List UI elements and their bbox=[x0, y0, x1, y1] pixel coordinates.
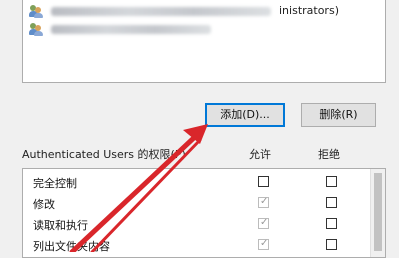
permission-label: 完全控制 bbox=[33, 177, 77, 190]
permissions-table: 完全控制 修改 ✓ 读取和执行 ✓ 列出文件夹内容 ✓ bbox=[22, 168, 386, 258]
permission-label: 修改 bbox=[33, 198, 55, 211]
allow-checkbox[interactable]: ✓ bbox=[258, 217, 269, 229]
deny-checkbox[interactable] bbox=[326, 218, 337, 229]
allow-checkbox[interactable] bbox=[258, 176, 269, 187]
remove-button[interactable]: 删除(R) bbox=[301, 103, 376, 127]
redacted-user-name bbox=[51, 6, 271, 16]
allow-checkbox[interactable]: ✓ bbox=[258, 238, 269, 250]
check-icon: ✓ bbox=[260, 217, 269, 228]
redacted-user-name bbox=[51, 24, 211, 34]
permission-label: 读取和执行 bbox=[33, 219, 88, 232]
user-group-icon bbox=[29, 22, 43, 36]
check-icon: ✓ bbox=[260, 238, 269, 249]
deny-column-header: 拒绝 bbox=[318, 148, 340, 161]
deny-checkbox[interactable] bbox=[326, 197, 337, 208]
permissions-label: Authenticated Users 的权限(P) bbox=[22, 148, 186, 161]
permission-row: 列出文件夹内容 ✓ bbox=[23, 235, 385, 257]
permission-row: 读取和执行 ✓ bbox=[23, 214, 385, 236]
check-icon: ✓ bbox=[260, 196, 269, 207]
user-list-item[interactable] bbox=[29, 21, 211, 37]
permission-row: 完全控制 bbox=[23, 172, 385, 194]
scrollbar-thumb[interactable] bbox=[374, 173, 382, 251]
allow-column-header: 允许 bbox=[249, 148, 271, 161]
add-button[interactable]: 添加(D)... bbox=[205, 103, 285, 127]
permission-row: 修改 ✓ bbox=[23, 193, 385, 215]
deny-checkbox[interactable] bbox=[326, 239, 337, 250]
deny-checkbox[interactable] bbox=[326, 176, 337, 187]
group-user-names-list[interactable]: inistrators) bbox=[22, 0, 386, 83]
scrollbar[interactable] bbox=[370, 169, 385, 257]
user-name-suffix: inistrators) bbox=[279, 4, 339, 17]
user-list-item[interactable]: inistrators) bbox=[29, 3, 339, 19]
user-group-icon bbox=[29, 4, 43, 18]
allow-checkbox[interactable]: ✓ bbox=[258, 196, 269, 208]
